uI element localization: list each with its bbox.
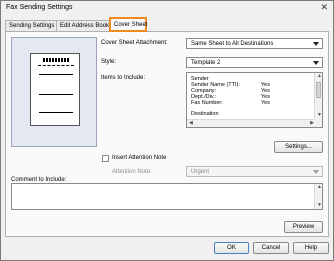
tab-label: Sending Settings [9,23,55,29]
page-rule [39,94,73,95]
style-select[interactable]: Template 2 [186,57,323,68]
style-label: Style: [101,59,117,65]
tab-cover-sheet[interactable]: Cover Sheet [109,17,147,32]
tab-label: Edit Address Book [60,23,110,29]
scroll-up-icon[interactable]: ▲ [317,74,322,79]
attention-note-select[interactable]: Urgent [186,166,323,177]
comment-textarea[interactable]: ▲ ▼ [11,183,323,210]
page-header-mark [43,58,69,62]
chevron-down-icon [313,42,319,46]
cancel-button[interactable]: Cancel [253,242,289,254]
page-rule [39,112,73,113]
title-bar: Fax Sending Settings ✕ [1,1,333,15]
settings-button[interactable]: Settings... [274,141,323,153]
window-title: Fax Sending Settings [6,4,73,11]
cover-sheet-attachment-select[interactable]: Same Sheet to All Destinations [186,38,323,49]
item-name: Fax Number: [191,100,223,106]
chevron-down-icon [313,61,319,65]
page-rule [39,74,73,75]
scroll-thumb[interactable] [316,82,321,98]
tab-label: Cover Sheet [114,22,148,28]
item-value: Yes [261,100,270,106]
cover-sheet-preview [11,37,97,147]
cover-sheet-attachment-label: Cover Sheet Attachment: [101,40,168,46]
scroll-left-icon[interactable]: ◀ [189,121,193,126]
page-rule [38,65,74,66]
fax-sending-settings-dialog: Fax Sending Settings ✕ Sending Settings … [0,0,334,261]
scrollbar-corner [314,119,322,127]
item-name: Destination [191,111,219,117]
scroll-down-icon[interactable]: ▼ [317,113,322,118]
attention-note-value: Urgent [191,169,210,175]
ok-button[interactable]: OK [214,242,249,254]
vertical-scrollbar[interactable]: ▲ ▼ [314,73,322,119]
list-item: Destination [191,111,219,117]
attention-note-label: Attention Note: [112,169,152,175]
style-value: Template 2 [191,60,221,66]
help-button[interactable]: Help [293,242,329,254]
cover-sheet-panel: Cover Sheet Attachment: Same Sheet to Al… [5,31,329,237]
items-to-include-list[interactable]: Sender Sender Name (TTI): Yes Company: Y… [186,72,323,128]
cover-sheet-attachment-value: Same Sheet to All Destinations [191,41,274,47]
insert-attention-note-checkbox[interactable] [102,155,109,162]
items-to-include-label: Items to Include: [101,75,146,81]
cover-page-thumbnail [30,53,80,126]
scroll-down-icon[interactable]: ▼ [317,203,322,208]
insert-attention-note-label: Insert Attention Note [112,155,167,161]
chevron-down-icon [313,170,319,174]
list-item: Fax Number: Yes [191,100,270,106]
preview-button[interactable]: Preview [284,221,323,233]
horizontal-scrollbar[interactable]: ◀ ▶ [187,119,316,127]
scroll-up-icon[interactable]: ▲ [317,185,322,190]
vertical-scrollbar[interactable]: ▲ ▼ [314,184,322,209]
close-icon[interactable]: ✕ [320,2,328,13]
